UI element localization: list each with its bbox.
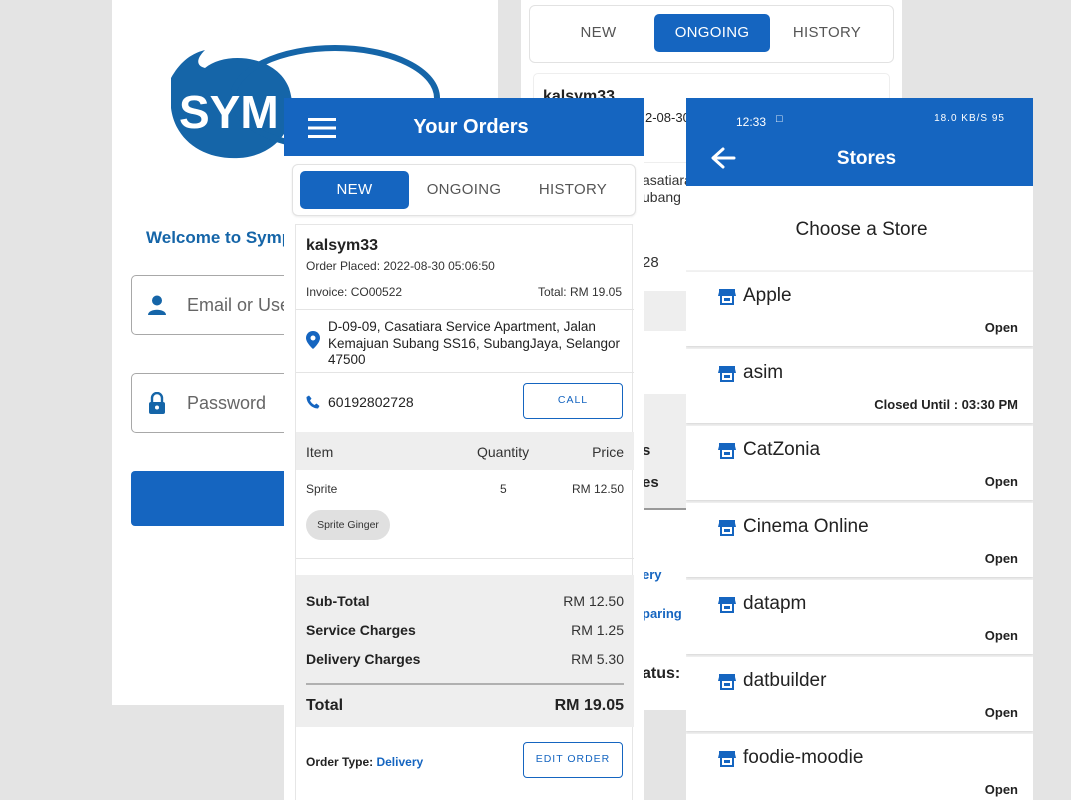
tab-ongoing[interactable]: ONGOING [654,14,770,52]
items-table-header: Item Quantity Price [296,432,634,470]
store-name: asim [743,362,784,383]
order-total: Total: RM 19.05 [537,285,622,299]
store-status: Open [984,782,1018,797]
column-item: Item [306,444,334,460]
order-type-value: Delivery [376,755,424,769]
customer-name: kalsym33 [306,237,379,254]
phone-number: 60192802728 [328,394,414,410]
column-price: Price [592,444,624,460]
store-name: datbuilder [743,670,827,691]
divider [296,372,634,373]
store-list-item[interactable]: foodie-moodie Open [686,734,1033,800]
store-icon [718,674,736,690]
subtotal-value: RM 12.50 [563,593,624,609]
store-icon [718,366,736,382]
your-orders-screen: Your Orders NEW ONGOING HISTORY kalsym33… [284,98,644,800]
total-fragment: 28 [642,254,659,271]
edit-order-button[interactable]: EDIT ORDER [523,742,623,778]
address-line-2: ubang [642,189,681,205]
call-button[interactable]: CALL [523,383,623,419]
store-list-item[interactable]: Apple Open [686,272,1033,346]
app-bar: Your Orders [284,98,644,156]
order-status-label: atus: [642,665,681,682]
password-placeholder: Password [187,393,267,413]
store-name: datapm [743,593,807,614]
store-status: Open [984,628,1018,643]
delivery-charges-label: es [642,474,659,491]
store-list-item[interactable]: datbuilder Open [686,657,1033,731]
store-list-item[interactable]: CatZonia Open [686,426,1033,500]
delivery-charges-value: RM 5.30 [571,651,624,667]
invoice-number: Invoice: CO00522 [306,285,403,299]
order-date: 2-08-30 [645,110,690,125]
store-icon [718,597,736,613]
page-title: Stores [836,148,897,169]
service-charges-value: RM 1.25 [571,622,624,638]
choose-store-heading: Choose a Store [795,219,928,240]
status-indicators: 18.0 KB/S 95 [934,113,1005,124]
store-list-item[interactable]: asim Closed Until : 03:30 PM [686,349,1033,423]
order-type: Order Type: Delivery [306,755,423,769]
total-value: RM 19.05 [554,697,624,714]
store-name: CatZonia [743,439,821,460]
order-placed-date: Order Placed: 2022-08-30 05:06:50 [306,259,495,273]
store-icon [718,520,736,536]
address-line-1: asatiara [642,172,692,188]
order-card: kalsym33 Order Placed: 2022-08-30 05:06:… [295,224,634,800]
app-bar: Stores [686,131,1033,186]
order-tabs: NEW ONGOING HISTORY [292,164,636,216]
store-status: Open [984,320,1018,335]
total-label: Total [306,697,344,714]
store-icon [718,289,736,305]
tab-history[interactable]: HISTORY [519,171,627,209]
delivery-charges-label: Delivery Charges [306,651,421,667]
store-status: Closed Until : 03:30 PM [874,397,1018,412]
user-icon [148,295,166,315]
order-summary: Sub-Total RM 12.50 Service Charges RM 1.… [296,575,634,727]
order-tabs: NEW ONGOING HISTORY [529,5,894,63]
order-status-value: paring [642,606,682,621]
delivery-address: D-09-09, Casatiara Service Apartment, Ja… [328,319,620,367]
phone-icon [306,395,320,409]
heading-area: Choose a Store [686,186,1033,270]
stores-screen: 12:33 □ 18.0 KB/S 95 Stores Choose a Sto… [686,98,1033,800]
lock-icon [149,392,165,414]
column-quantity: Quantity [477,444,530,460]
store-status: Open [984,474,1018,489]
email-placeholder: Email or User [187,295,297,315]
divider [296,558,634,559]
address-text: asatiara ubang [642,172,692,206]
store-status: Open [984,705,1018,720]
page-title: Your Orders [413,116,529,138]
store-icon [718,443,736,459]
welcome-text: Welcome to Symp [146,228,293,247]
store-name: Apple [743,285,792,306]
item-quantity: 5 [500,482,507,496]
summary-divider [306,683,624,685]
tab-new[interactable]: NEW [300,171,409,209]
table-row: Sprite 5 RM 12.50 [296,470,634,510]
status-time: 12:33 [736,115,767,129]
divider [296,309,634,310]
item-variant-chip: Sprite Ginger [306,510,390,540]
order-type-label: Order Type: [306,755,374,769]
item-name: Sprite [306,482,338,496]
service-charges-label: Service Charges [306,622,416,638]
store-list-item[interactable]: datapm Open [686,580,1033,654]
notification-icon: □ [776,113,783,125]
subtotal-label: Sub-Total [306,593,370,609]
store-icon [718,751,736,767]
item-price: RM 12.50 [571,482,624,496]
status-bar: 12:33 □ 18.0 KB/S 95 [686,98,1033,131]
tab-history[interactable]: HISTORY [768,14,886,52]
order-type-value: ery [642,567,662,582]
store-status: Open [984,551,1018,566]
logo-text: SYM [179,86,279,138]
tab-ongoing[interactable]: ONGOING [410,171,518,209]
tab-new[interactable]: NEW [541,14,656,52]
store-list-item[interactable]: Cinema Online Open [686,503,1033,577]
store-name: foodie-moodie [743,747,864,768]
store-name: Cinema Online [743,516,869,537]
location-pin-icon [306,331,320,349]
